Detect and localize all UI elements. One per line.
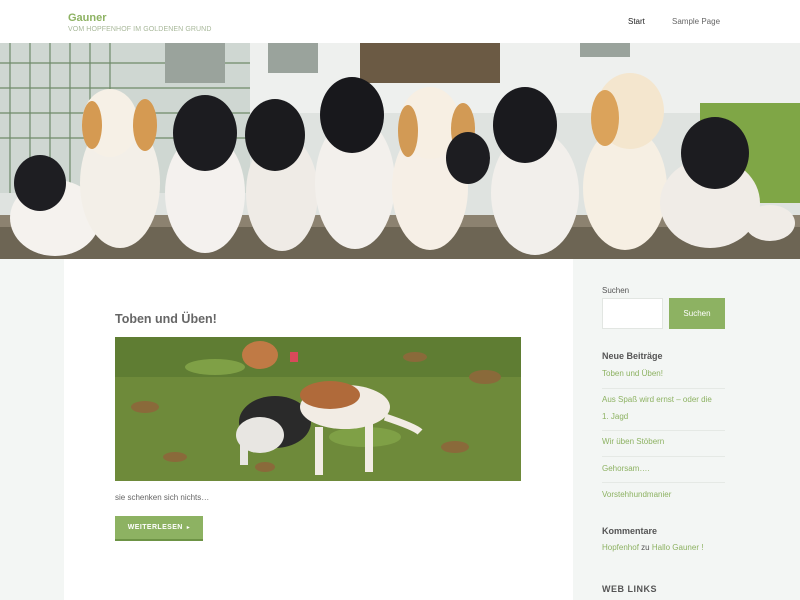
comment-author-link[interactable]: Hopfenhof (602, 543, 639, 552)
web-links-title: WEB LINKS (602, 584, 657, 594)
recent-comment: Hopfenhof zu Hallo Gauner ! (602, 543, 703, 552)
comment-connector: zu (641, 543, 650, 552)
recent-posts-title: Neue Beiträge (602, 351, 663, 361)
nav-item-start[interactable]: Start (628, 17, 645, 26)
recent-post-link[interactable]: Vorstehhundmanier (602, 487, 671, 503)
widget-divider (602, 430, 725, 431)
header-banner-image (0, 43, 800, 259)
widget-divider (602, 388, 725, 389)
post-title-link[interactable]: Toben und Üben! (115, 312, 217, 326)
search-input[interactable] (602, 298, 663, 329)
widget-divider (602, 482, 725, 483)
site-tagline: VOM HOPFENHOF IM GOLDENEN GRUND (68, 26, 212, 33)
recent-post-link[interactable]: Toben und Üben! (602, 366, 663, 382)
comments-title: Kommentare (602, 526, 658, 536)
puppies-banner-illustration (0, 43, 800, 259)
main-content: Toben und Üben! sie schenken sich nichts… (64, 259, 573, 600)
recent-post-link[interactable]: Aus Spaß wird ernst – oder die (602, 392, 712, 408)
read-more-label: WEITERLESEN (127, 524, 183, 531)
caret-right-icon: ▸ (186, 525, 191, 531)
site-title-link[interactable]: Gauner (68, 12, 107, 24)
post-featured-image[interactable] (115, 337, 521, 481)
widget-divider (602, 456, 725, 457)
recent-post-link[interactable]: Wir üben Stöbern (602, 434, 664, 450)
sidebar: Suchen Suchen Neue Beiträge Toben und Üb… (573, 259, 800, 600)
post-excerpt: sie schenken sich nichts… (115, 493, 210, 502)
read-more-button[interactable]: WEITERLESEN ▸ (115, 516, 203, 541)
recent-post-link[interactable]: 1. Jagd (602, 409, 628, 425)
recent-post-link[interactable]: Gehorsam…. (602, 461, 650, 477)
site-header: Gauner VOM HOPFENHOF IM GOLDENEN GRUND S… (0, 0, 800, 43)
search-label: Suchen (602, 286, 630, 295)
comment-post-link[interactable]: Hallo Gauner ! (652, 543, 704, 552)
nav-item-sample-page[interactable]: Sample Page (672, 17, 720, 26)
search-button[interactable]: Suchen (669, 298, 725, 329)
dogs-playing-image (115, 337, 521, 481)
